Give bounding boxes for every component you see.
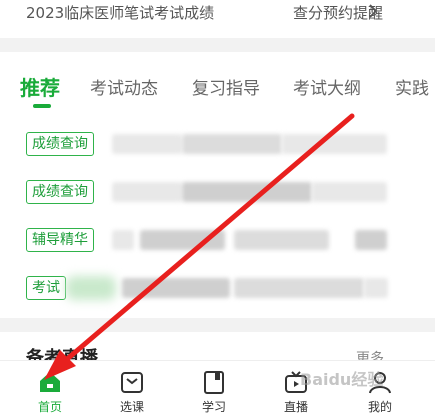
tab-review-guide[interactable]: 复习指导 bbox=[192, 74, 260, 99]
blurred-text bbox=[182, 134, 282, 154]
blurred-text bbox=[364, 278, 388, 298]
news-tag: 辅导精华 bbox=[26, 228, 94, 252]
nav-home[interactable]: 首页 bbox=[20, 361, 80, 419]
section-divider bbox=[0, 38, 435, 52]
study-icon bbox=[204, 371, 224, 394]
tab-recommend[interactable]: 推荐 bbox=[20, 72, 60, 101]
nav-courses[interactable]: 选课 bbox=[102, 361, 162, 419]
news-tag: 考试 bbox=[26, 276, 66, 300]
news-item[interactable]: 考试 bbox=[0, 276, 435, 304]
blurred-text bbox=[182, 182, 312, 202]
category-tabs: 推荐 考试动态 复习指导 考试大纲 实践 bbox=[0, 52, 435, 112]
blurred-text bbox=[355, 230, 387, 250]
active-tab-indicator bbox=[33, 104, 51, 108]
section-title: 备考直播 bbox=[26, 348, 98, 360]
blurred-text bbox=[122, 278, 230, 298]
section-divider bbox=[0, 318, 435, 332]
more-link[interactable]: 更多 bbox=[356, 346, 406, 360]
tab-exam-news[interactable]: 考试动态 bbox=[90, 74, 158, 99]
news-tag: 成绩查询 bbox=[26, 132, 94, 156]
blurred-text bbox=[112, 230, 134, 250]
blurred-text bbox=[234, 230, 329, 250]
blurred-text bbox=[234, 278, 364, 298]
blurred-text bbox=[112, 134, 182, 154]
nav-study[interactable]: 学习 bbox=[184, 361, 244, 419]
courses-icon bbox=[121, 372, 143, 393]
news-tag: 成绩查询 bbox=[26, 180, 94, 204]
tab-exam-syllabus[interactable]: 考试大纲 bbox=[293, 74, 361, 99]
blurred-text bbox=[140, 230, 225, 250]
home-icon bbox=[40, 372, 60, 392]
blurred-text bbox=[312, 182, 387, 202]
blurred-text bbox=[282, 134, 387, 154]
news-item[interactable]: 成绩查询 bbox=[0, 132, 435, 160]
chevron-right-icon bbox=[369, 4, 377, 18]
tab-practice[interactable]: 实践 bbox=[395, 74, 429, 99]
watermark: Baidu经验 bbox=[300, 370, 384, 389]
banner-title[interactable]: 2023临床医师笔试考试成绩 bbox=[26, 2, 214, 23]
blurred-text bbox=[66, 276, 116, 300]
banner-row[interactable]: 2023临床医师笔试考试成绩 查分预约提醒 bbox=[0, 0, 435, 26]
blurred-text bbox=[112, 182, 182, 202]
news-item[interactable]: 辅导精华 bbox=[0, 228, 435, 256]
news-item[interactable]: 成绩查询 bbox=[0, 180, 435, 208]
